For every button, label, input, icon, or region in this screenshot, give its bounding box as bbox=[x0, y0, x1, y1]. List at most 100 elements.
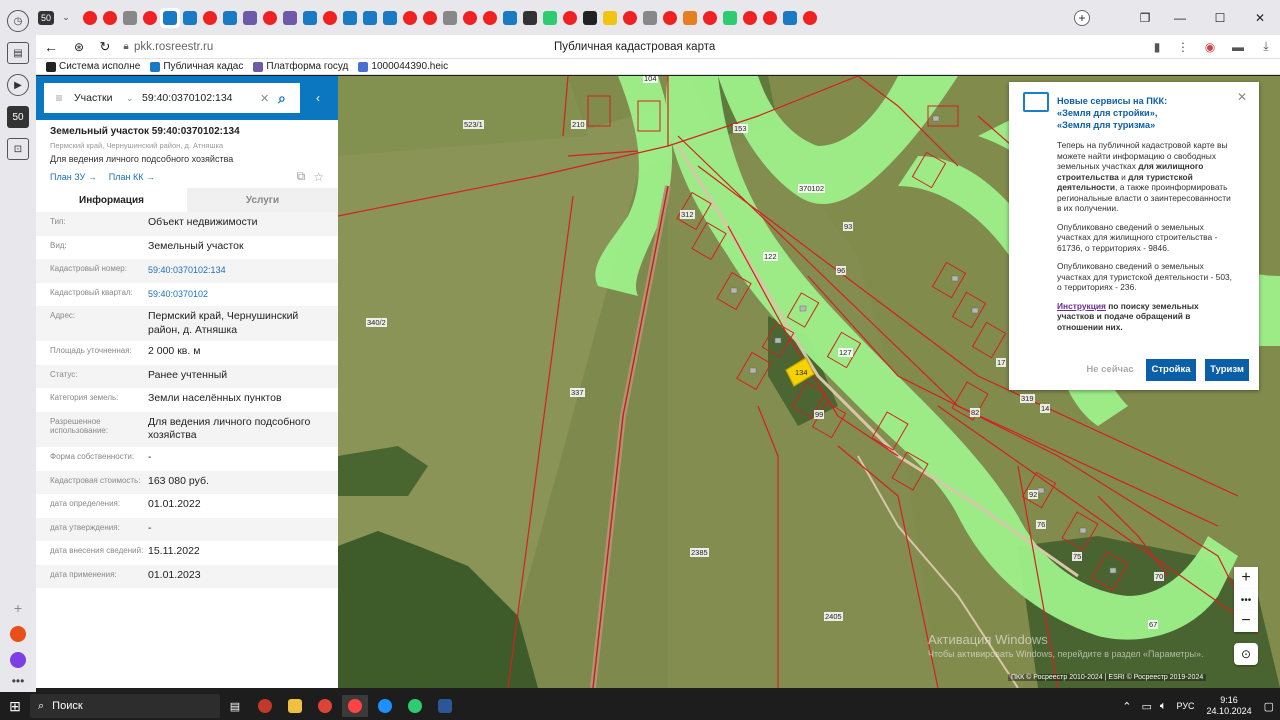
plan-kk-link[interactable]: План КК → bbox=[109, 172, 155, 182]
clear-icon[interactable]: ✕ bbox=[260, 92, 278, 105]
browser-tab[interactable] bbox=[260, 8, 280, 28]
clock[interactable]: 9:16 24.10.2024 bbox=[1207, 695, 1252, 717]
bookmark-item[interactable]: Платформа госуд bbox=[253, 61, 348, 72]
more-icon[interactable]: ••• bbox=[12, 674, 25, 688]
vpn-icon[interactable]: ▬ bbox=[1224, 40, 1252, 54]
browser-tab[interactable] bbox=[140, 8, 160, 28]
category-select[interactable]: Участки bbox=[74, 92, 126, 104]
tab-count-icon[interactable]: 50 bbox=[7, 106, 29, 128]
browser-tab[interactable] bbox=[720, 8, 740, 28]
browser-tab[interactable] bbox=[560, 8, 580, 28]
property-link[interactable]: 59:40:0370102:134 bbox=[148, 263, 324, 277]
close-icon[interactable]: ✕ bbox=[1237, 90, 1247, 105]
app-icon[interactable] bbox=[10, 626, 26, 642]
browser-tab[interactable] bbox=[240, 8, 260, 28]
browser-tab[interactable] bbox=[380, 8, 400, 28]
browser-tab[interactable] bbox=[660, 8, 680, 28]
browser-tab[interactable] bbox=[280, 8, 300, 28]
browser-tab[interactable] bbox=[640, 8, 660, 28]
plan-zu-link[interactable]: План ЗУ → bbox=[50, 172, 97, 182]
collapse-panel-icon[interactable]: ‹ bbox=[316, 91, 320, 105]
tab-information[interactable]: Информация bbox=[36, 188, 187, 212]
play-icon[interactable]: ▶ bbox=[7, 74, 29, 96]
tab-services[interactable]: Услуги bbox=[187, 188, 338, 212]
network-icon[interactable]: ▭ bbox=[1142, 700, 1152, 713]
browser-tab[interactable] bbox=[420, 8, 440, 28]
browser-tab[interactable] bbox=[520, 8, 540, 28]
browser-tab[interactable] bbox=[540, 8, 560, 28]
browser-tab[interactable] bbox=[440, 8, 460, 28]
browser-tab[interactable] bbox=[300, 8, 320, 28]
menu-icon[interactable]: ≡ bbox=[44, 91, 74, 105]
browser-tab[interactable] bbox=[680, 8, 700, 28]
download-icon[interactable]: ⤓ bbox=[1252, 39, 1280, 54]
skype-icon[interactable] bbox=[252, 695, 278, 717]
tab-counter[interactable]: 50 bbox=[36, 8, 56, 28]
browser-tab[interactable] bbox=[200, 8, 220, 28]
build-button[interactable]: Стройка bbox=[1146, 359, 1196, 381]
tray-arrow-icon[interactable]: ⌃ bbox=[1122, 700, 1131, 713]
browser-tab[interactable] bbox=[360, 8, 380, 28]
add-panel-icon[interactable]: + bbox=[14, 600, 22, 616]
property-link[interactable]: 59:40:0370102 bbox=[148, 287, 324, 301]
close-window-button[interactable]: ✕ bbox=[1240, 11, 1280, 25]
bookmark-item[interactable]: Публичная кадас bbox=[150, 61, 243, 72]
protect-icon[interactable]: ⊛ bbox=[66, 40, 92, 54]
language-indicator[interactable]: РУС bbox=[1177, 701, 1195, 711]
search-icon[interactable]: ⌕ bbox=[278, 90, 300, 107]
browser-tab[interactable] bbox=[580, 8, 600, 28]
browser-tab[interactable] bbox=[760, 8, 780, 28]
volume-icon[interactable]: 🔈︎ bbox=[1160, 700, 1167, 713]
zoom-out-button[interactable]: − bbox=[1234, 610, 1258, 632]
browser-tab[interactable] bbox=[800, 8, 820, 28]
instruction-link[interactable]: Инструкция bbox=[1057, 301, 1106, 311]
zoom-more-button[interactable]: ••• bbox=[1234, 589, 1258, 611]
explorer-icon[interactable] bbox=[282, 695, 308, 717]
messenger-icon[interactable] bbox=[402, 695, 428, 717]
star-icon[interactable]: ☆ bbox=[313, 170, 324, 184]
later-button[interactable]: Не сейчас bbox=[1081, 359, 1139, 381]
browser-tab[interactable] bbox=[80, 8, 100, 28]
browser-tab[interactable] bbox=[500, 8, 520, 28]
chevron-down-icon[interactable]: ⌄ bbox=[126, 93, 142, 104]
taskbar-search[interactable]: ⌕ Поиск bbox=[30, 694, 220, 718]
history-icon[interactable]: ◷ bbox=[7, 10, 29, 32]
browser-tab[interactable] bbox=[460, 8, 480, 28]
bookmark-item[interactable]: Система исполне bbox=[46, 61, 140, 72]
edge-icon[interactable] bbox=[372, 695, 398, 717]
collections-icon[interactable]: ▤ bbox=[7, 42, 29, 64]
browser-tab[interactable] bbox=[600, 8, 620, 28]
task-view-icon[interactable]: ▤ bbox=[222, 695, 248, 717]
share-icon[interactable]: ⧉ bbox=[297, 169, 306, 184]
url-field[interactable]: pkk.rosreestr.ru bbox=[134, 41, 554, 53]
browser-tab[interactable] bbox=[620, 8, 640, 28]
browser-tab[interactable] bbox=[780, 8, 800, 28]
extension-icon[interactable]: ◉ bbox=[1196, 40, 1224, 54]
bookmark-item[interactable]: 1000044390.heic bbox=[358, 61, 448, 72]
browser-tab[interactable] bbox=[700, 8, 720, 28]
zoom-in-button[interactable]: + bbox=[1234, 567, 1258, 589]
browser-tab[interactable] bbox=[100, 8, 120, 28]
bookmark-icon[interactable]: ▮ bbox=[1144, 40, 1170, 54]
back-icon[interactable]: ← bbox=[36, 39, 66, 55]
reload-icon[interactable]: ↻ bbox=[92, 39, 118, 55]
browser-tab[interactable] bbox=[400, 8, 420, 28]
browser-tab[interactable] bbox=[480, 8, 500, 28]
browser-tab[interactable] bbox=[740, 8, 760, 28]
window-restore-icon[interactable]: ❐ bbox=[1130, 11, 1160, 25]
minimize-button[interactable]: — bbox=[1160, 11, 1200, 25]
new-tab-button[interactable]: + bbox=[1074, 9, 1090, 26]
notification-icon[interactable]: ▢ bbox=[1264, 700, 1274, 713]
tourism-button[interactable]: Туризм bbox=[1205, 359, 1249, 381]
search-input[interactable]: 59:40:0370102:134 bbox=[142, 92, 260, 104]
browser-tab[interactable] bbox=[180, 8, 200, 28]
browser-tab[interactable] bbox=[220, 8, 240, 28]
maximize-button[interactable]: ☐ bbox=[1200, 11, 1240, 25]
alice-icon[interactable] bbox=[10, 652, 26, 668]
compass-icon[interactable]: ⊙ bbox=[1234, 643, 1258, 665]
screenshot-icon[interactable]: ⊡ bbox=[7, 138, 29, 160]
start-button[interactable]: ⊞ bbox=[2, 695, 28, 717]
chrome-icon[interactable] bbox=[312, 695, 338, 717]
browser-tab[interactable] bbox=[340, 8, 360, 28]
word-icon[interactable] bbox=[432, 695, 458, 717]
